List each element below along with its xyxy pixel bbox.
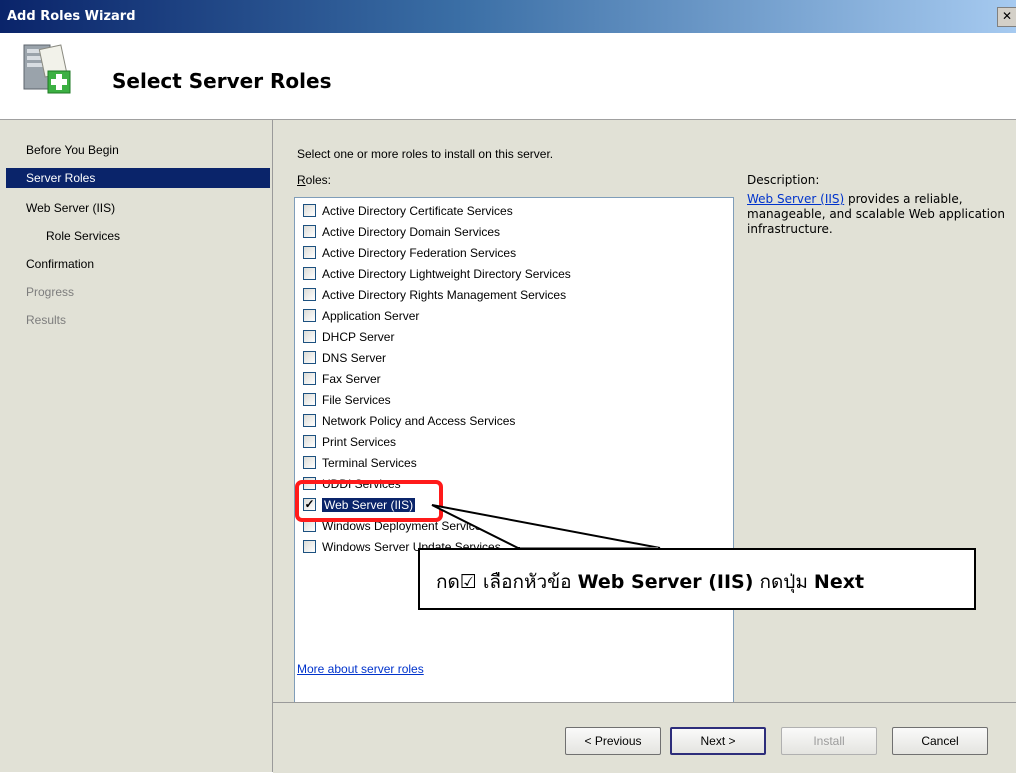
role-checkbox-checked[interactable]: ✓ xyxy=(303,498,316,512)
role-label: Active Directory Domain Services xyxy=(322,225,501,239)
role-item[interactable]: Active Directory Domain Services xyxy=(303,222,500,242)
nav-item-results: Results xyxy=(26,313,67,327)
cancel-button[interactable]: Cancel xyxy=(892,727,988,755)
nav-item-server-roles[interactable]: Server Roles xyxy=(6,168,270,188)
nav-item-progress: Progress xyxy=(26,285,75,299)
description-heading: Description: xyxy=(747,173,820,187)
annotation-text-role: Web Server (IIS) xyxy=(577,571,754,593)
role-checkbox[interactable] xyxy=(303,288,316,302)
description-body: Web Server (IIS) provides a reliable, ma… xyxy=(747,192,1009,237)
role-checkbox[interactable] xyxy=(303,393,316,407)
role-checkbox[interactable] xyxy=(303,246,316,260)
annotation-callout: กด☑ เลือกหัวข้อ Web Server (IIS) กดปุ่ม … xyxy=(418,548,976,610)
role-label: Active Directory Certificate Services xyxy=(322,204,513,218)
role-item[interactable]: Fax Server xyxy=(303,369,381,389)
nav-item-web-server-iis[interactable]: Web Server (IIS) xyxy=(6,198,270,218)
role-item[interactable]: Application Server xyxy=(303,306,419,326)
role-item[interactable]: DNS Server xyxy=(303,348,386,368)
wizard-step-nav: Before You Begin Server Roles Web Server… xyxy=(0,120,273,772)
role-checkbox[interactable] xyxy=(303,204,316,218)
role-item[interactable]: File Services xyxy=(303,390,391,410)
annotation-text-middle2: กดปุ่ม xyxy=(753,571,814,593)
role-label: Active Directory Federation Services xyxy=(322,246,517,260)
role-checkbox[interactable] xyxy=(303,372,316,386)
role-item-web-server-iis[interactable]: ✓ Web Server (IIS) xyxy=(303,495,416,515)
role-item[interactable]: Network Policy and Access Services xyxy=(303,411,515,431)
role-label: DHCP Server xyxy=(322,330,395,344)
role-item[interactable]: Active Directory Certificate Services xyxy=(303,201,513,221)
nav-item-role-services[interactable]: Role Services xyxy=(6,226,270,246)
instruction-text: Select one or more roles to install on t… xyxy=(297,147,554,161)
page-heading: Select Server Roles xyxy=(112,69,332,93)
role-item[interactable]: DHCP Server xyxy=(303,327,394,347)
title-bar: Add Roles Wizard ✕ xyxy=(0,0,1016,33)
role-label: Network Policy and Access Services xyxy=(322,414,516,428)
next-button[interactable]: Next > xyxy=(670,727,766,755)
role-item[interactable]: Active Directory Rights Management Servi… xyxy=(303,285,566,305)
role-checkbox[interactable] xyxy=(303,267,316,281)
role-checkbox[interactable] xyxy=(303,414,316,428)
role-item[interactable]: Print Services xyxy=(303,432,396,452)
role-checkbox[interactable] xyxy=(303,309,316,323)
role-checkbox[interactable] xyxy=(303,330,316,344)
main-content: Select one or more roles to install on t… xyxy=(273,120,1016,773)
role-item[interactable]: UDDI Services xyxy=(303,474,401,494)
role-label: Windows Deployment Services xyxy=(322,519,488,533)
role-checkbox[interactable] xyxy=(303,225,316,239)
wizard-footer: < Previous Next > Install Cancel xyxy=(273,702,1016,773)
more-about-roles-link[interactable]: More about server roles xyxy=(297,662,424,676)
nav-item-confirmation[interactable]: Confirmation xyxy=(6,254,270,274)
install-button: Install xyxy=(781,727,877,755)
server-add-icon xyxy=(23,44,71,94)
roles-label-text: oles: xyxy=(305,173,332,187)
annotation-text-button: Next xyxy=(813,571,865,593)
annotation-text-prefix: กด xyxy=(436,571,460,593)
nav-item-before-you-begin[interactable]: Before You Begin xyxy=(6,140,270,160)
annotation-text: กด☑ เลือกหัวข้อ Web Server (IIS) กดปุ่ม … xyxy=(436,567,864,597)
role-label: UDDI Services xyxy=(322,477,401,491)
roles-label-accesskey: R xyxy=(297,173,306,187)
role-checkbox[interactable] xyxy=(303,351,316,365)
roles-list[interactable]: Active Directory Certificate Services Ac… xyxy=(294,197,734,773)
role-label: Active Directory Lightweight Directory S… xyxy=(322,267,571,281)
role-item[interactable]: Terminal Services xyxy=(303,453,417,473)
role-checkbox[interactable] xyxy=(303,519,316,533)
role-item[interactable]: Windows Deployment Services xyxy=(303,516,487,536)
role-item[interactable]: Active Directory Federation Services xyxy=(303,243,516,263)
role-label: Web Server (IIS) xyxy=(322,498,416,512)
role-label: Terminal Services xyxy=(322,456,417,470)
annotation-text-middle: เลือกหัวข้อ xyxy=(476,571,578,593)
role-label: Print Services xyxy=(322,435,397,449)
role-checkbox[interactable] xyxy=(303,456,316,470)
role-label: File Services xyxy=(322,393,391,407)
role-label: Application Server xyxy=(322,309,420,323)
role-label: DNS Server xyxy=(322,351,387,365)
role-item[interactable]: Active Directory Lightweight Directory S… xyxy=(303,264,571,284)
close-button[interactable]: ✕ xyxy=(997,7,1016,27)
role-label: Fax Server xyxy=(322,372,381,386)
role-checkbox[interactable] xyxy=(303,540,316,554)
previous-button[interactable]: < Previous xyxy=(565,727,661,755)
role-checkbox[interactable] xyxy=(303,435,316,449)
checkbox-checked-icon: ☑ xyxy=(459,571,477,593)
wizard-header: Select Server Roles xyxy=(0,33,1016,120)
description-link[interactable]: Web Server (IIS) xyxy=(747,192,844,206)
role-label: Active Directory Rights Management Servi… xyxy=(322,288,567,302)
role-checkbox[interactable] xyxy=(303,477,316,491)
roles-label: Roles: xyxy=(297,173,331,187)
window-title: Add Roles Wizard xyxy=(7,9,136,24)
